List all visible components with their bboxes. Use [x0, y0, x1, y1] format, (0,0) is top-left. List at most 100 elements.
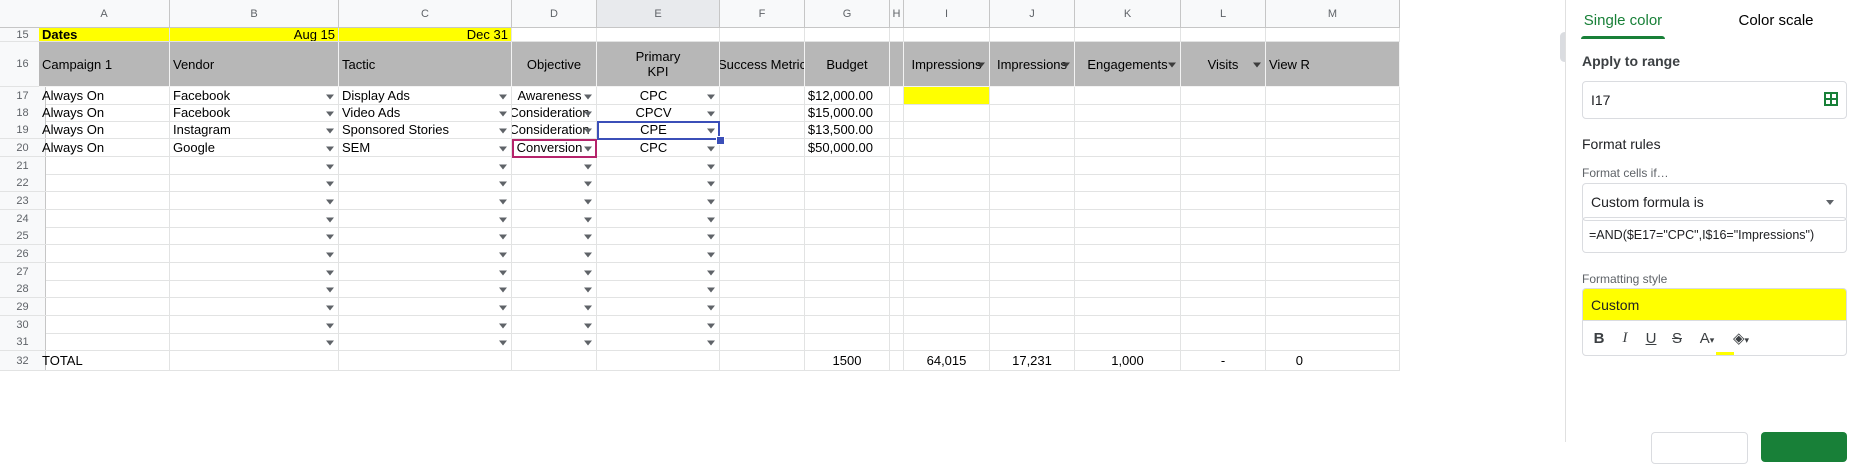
- empty-cell[interactable]: [39, 316, 170, 334]
- empty-cell[interactable]: [512, 351, 597, 371]
- empty-cell[interactable]: [904, 245, 990, 263]
- empty-cell[interactable]: [1075, 192, 1181, 210]
- cell-vendor[interactable]: [170, 192, 339, 210]
- empty-cell[interactable]: [990, 298, 1075, 316]
- cell-budget[interactable]: $50,000.00: [805, 139, 890, 157]
- total-label-cell[interactable]: TOTAL: [39, 351, 170, 371]
- dropdown-arrow-icon[interactable]: [584, 128, 592, 133]
- empty-cell[interactable]: [720, 157, 805, 175]
- cell-tactic[interactable]: Display Ads: [339, 87, 512, 105]
- empty-cell[interactable]: [890, 192, 904, 210]
- cell-primary-kpi[interactable]: [597, 298, 720, 316]
- cell-primary-kpi[interactable]: [597, 245, 720, 263]
- column-header-k[interactable]: K: [1075, 0, 1181, 28]
- empty-cell[interactable]: [1075, 227, 1181, 245]
- cell-vendor[interactable]: Facebook: [170, 87, 339, 105]
- cell-vendor[interactable]: [170, 316, 339, 334]
- cell-budget[interactable]: $15,000.00: [805, 104, 890, 122]
- dropdown-arrow-icon[interactable]: [499, 111, 507, 116]
- empty-cell[interactable]: [805, 227, 890, 245]
- cell-impressions[interactable]: [904, 87, 990, 105]
- dropdown-arrow-icon[interactable]: [499, 234, 507, 239]
- dropdown-arrow-icon[interactable]: [707, 164, 715, 169]
- empty-cell[interactable]: [720, 192, 805, 210]
- cell-objective[interactable]: [512, 333, 597, 351]
- header-blank-h[interactable]: [890, 42, 904, 87]
- dropdown-arrow-icon[interactable]: [584, 217, 592, 222]
- dropdown-arrow-icon[interactable]: [584, 252, 592, 257]
- column-header-j[interactable]: J: [990, 0, 1075, 28]
- cell-primary-kpi[interactable]: CPC: [597, 87, 720, 105]
- cell-objective[interactable]: [512, 227, 597, 245]
- dropdown-arrow-icon[interactable]: [499, 199, 507, 204]
- empty-cell[interactable]: [904, 316, 990, 334]
- dropdown-arrow-icon[interactable]: [707, 340, 715, 345]
- empty-cell[interactable]: [1181, 174, 1266, 192]
- empty-cell[interactable]: [805, 174, 890, 192]
- dropdown-arrow-icon[interactable]: [707, 199, 715, 204]
- empty-cell[interactable]: [890, 87, 904, 105]
- cell-tactic[interactable]: [339, 174, 512, 192]
- dropdown-arrow-icon[interactable]: [499, 287, 507, 292]
- underline-button[interactable]: U: [1641, 330, 1661, 347]
- cell-campaign[interactable]: Always On: [39, 87, 170, 105]
- cell-campaign[interactable]: Always On: [39, 104, 170, 122]
- dropdown-arrow-icon[interactable]: [707, 252, 715, 257]
- cell-vendor[interactable]: [170, 174, 339, 192]
- empty-cell[interactable]: [1181, 333, 1266, 351]
- cell-budget[interactable]: $12,000.00: [805, 87, 890, 105]
- total-impressions-1[interactable]: 64,015: [904, 351, 990, 371]
- cell-vendor[interactable]: [170, 333, 339, 351]
- dropdown-arrow-icon[interactable]: [584, 323, 592, 328]
- empty-cell[interactable]: [1266, 210, 1400, 228]
- total-visits[interactable]: -: [1181, 351, 1266, 371]
- dropdown-arrow-icon[interactable]: [326, 199, 334, 204]
- empty-cell[interactable]: [1075, 157, 1181, 175]
- dropdown-arrow-icon[interactable]: [584, 234, 592, 239]
- cell-vendor[interactable]: Instagram: [170, 121, 339, 139]
- dropdown-arrow-icon[interactable]: [326, 128, 334, 133]
- empty-cell[interactable]: [990, 280, 1075, 298]
- cell-primary-kpi[interactable]: [597, 174, 720, 192]
- empty-cell[interactable]: [990, 316, 1075, 334]
- custom-formula-input[interactable]: =AND($E17="CPC",I$16="Impressions"): [1582, 217, 1847, 253]
- cell-primary-kpi[interactable]: [597, 157, 720, 175]
- cell-tactic[interactable]: [339, 263, 512, 281]
- cell-objective[interactable]: [512, 174, 597, 192]
- cell-primary-kpi[interactable]: CPC: [597, 139, 720, 157]
- fill-handle[interactable]: [716, 136, 725, 145]
- cell-success-metric[interactable]: [720, 121, 805, 139]
- cell-tactic[interactable]: [339, 333, 512, 351]
- empty-cell[interactable]: [1181, 298, 1266, 316]
- column-header-i[interactable]: I: [904, 0, 990, 28]
- empty-cell[interactable]: [904, 192, 990, 210]
- empty-cell[interactable]: [890, 351, 904, 371]
- header-impressions-2[interactable]: Impressions: [990, 42, 1075, 87]
- cell-primary-kpi[interactable]: [597, 280, 720, 298]
- dropdown-arrow-icon[interactable]: [707, 128, 715, 133]
- empty-cell[interactable]: [805, 333, 890, 351]
- empty-cell[interactable]: [805, 316, 890, 334]
- empty-cell[interactable]: [1266, 263, 1400, 281]
- dropdown-arrow-icon[interactable]: [499, 305, 507, 310]
- empty-cell[interactable]: [512, 28, 597, 42]
- empty-cell[interactable]: [1181, 263, 1266, 281]
- empty-cell[interactable]: [904, 174, 990, 192]
- dropdown-arrow-icon[interactable]: [584, 340, 592, 345]
- column-header-l[interactable]: L: [1181, 0, 1266, 28]
- cell-tactic[interactable]: Sponsored Stories: [339, 121, 512, 139]
- cell-vendor[interactable]: [170, 263, 339, 281]
- cell-vendor[interactable]: [170, 280, 339, 298]
- empty-cell[interactable]: [720, 333, 805, 351]
- column-header-c[interactable]: C: [339, 0, 512, 28]
- header-vendor[interactable]: Vendor: [170, 42, 339, 87]
- header-view-r[interactable]: View R: [1266, 42, 1400, 87]
- cell-objective[interactable]: [512, 316, 597, 334]
- empty-cell[interactable]: [39, 157, 170, 175]
- empty-cell[interactable]: [1075, 28, 1181, 42]
- dropdown-arrow-icon[interactable]: [499, 217, 507, 222]
- cell-vendor[interactable]: [170, 298, 339, 316]
- empty-cell[interactable]: [904, 333, 990, 351]
- empty-cell[interactable]: [1266, 28, 1400, 42]
- empty-cell[interactable]: [1181, 121, 1266, 139]
